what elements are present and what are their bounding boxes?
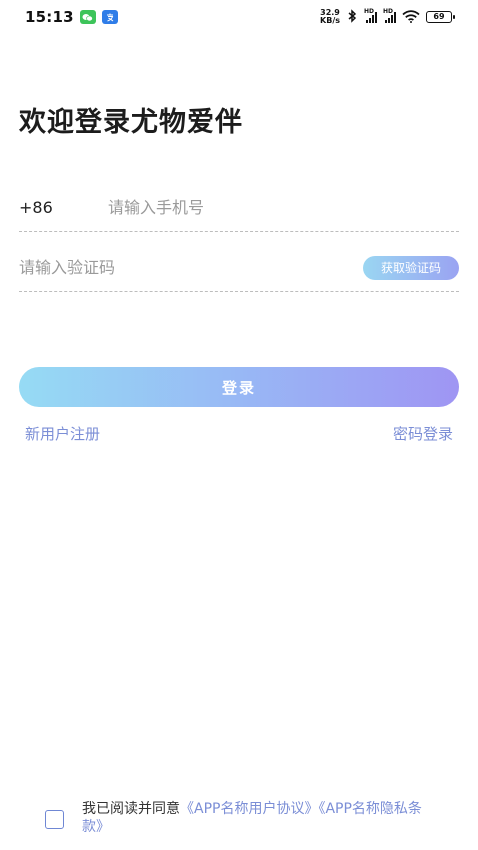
verification-code-row: 获取验证码: [19, 244, 459, 292]
page-title: 欢迎登录尤物爱伴: [19, 107, 243, 138]
alipay-icon: [101, 10, 118, 24]
agreement-checkbox[interactable]: [45, 810, 64, 829]
password-login-link[interactable]: 密码登录: [393, 423, 453, 444]
phone-row: +86: [19, 184, 459, 232]
login-screen: 15:13 32.9 KB/s HD HD 69 欢迎登录尤物爱伴 +86 请输…: [0, 0, 478, 850]
user-agreement-link[interactable]: 《APP名称用户协议》: [180, 801, 318, 817]
status-bar-right: 32.9 KB/s HD HD 69: [320, 8, 455, 27]
battery-icon: 69: [426, 11, 455, 23]
agreement-row: 我已阅读并同意《APP名称用户协议》《APP名称隐私条款》: [45, 800, 445, 836]
network-speed-unit: KB/s: [320, 16, 340, 25]
phone-input[interactable]: [108, 198, 459, 217]
status-bar: 15:13 32.9 KB/s HD HD 69: [0, 0, 478, 34]
verification-code-input[interactable]: [19, 258, 363, 277]
get-code-button[interactable]: 获取验证码: [363, 255, 459, 280]
cellular-signal-icon: HD: [364, 8, 377, 23]
agreement-text: 我已阅读并同意《APP名称用户协议》《APP名称隐私条款》: [82, 800, 422, 836]
wechat-icon: [79, 10, 96, 24]
country-code[interactable]: +86: [19, 198, 108, 217]
bluetooth-icon: [346, 8, 358, 27]
cellular-signal-icon: HD: [383, 8, 396, 23]
register-link[interactable]: 新用户注册: [25, 423, 100, 444]
signal-hd-label: HD: [364, 8, 375, 15]
signal-hd-label: HD: [383, 8, 394, 15]
agreement-prefix: 我已阅读并同意: [82, 801, 180, 817]
status-time: 15:13: [25, 8, 74, 26]
network-speed: 32.9 KB/s: [320, 9, 340, 25]
login-button[interactable]: 登录: [19, 367, 459, 407]
battery-level: 69: [433, 12, 445, 21]
wifi-icon: [402, 8, 420, 27]
status-bar-left: 15:13: [25, 8, 118, 26]
